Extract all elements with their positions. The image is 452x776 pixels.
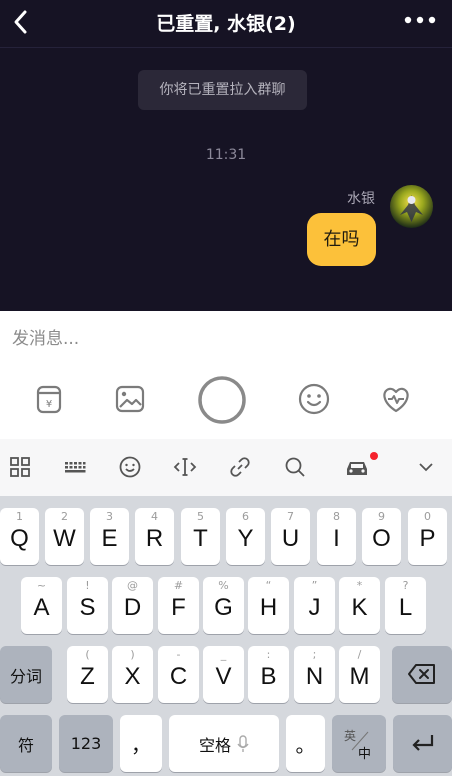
key-v[interactable]: _ V [203,646,244,703]
key-g[interactable]: % G [203,577,244,634]
key-f[interactable]: # F [158,577,199,634]
key-i[interactable]: 8I [317,508,356,565]
key-y[interactable]: 6Y [226,508,265,565]
fenci-key[interactable]: 分词 [0,646,52,703]
keyboard: 1Q 2W 3E 4R 5T 6Y 7U 8I 9O 0P ~ A ! S @ D #… [0,496,452,776]
message-bubble[interactable]: 在吗 [307,213,376,266]
notification-dot [370,452,378,460]
divider-slash-icon [351,731,369,751]
key-q[interactable]: 1Q [0,508,39,565]
message-input[interactable] [12,325,432,353]
chat-area[interactable]: 你将已重置拉入群聊 11:31 水银 在吗 [0,49,452,311]
timestamp: 11:31 [205,147,247,163]
record-button-icon[interactable] [197,375,247,425]
enter-key[interactable] [393,715,452,772]
key-t[interactable]: 5T [181,508,220,565]
link-icon[interactable] [228,455,252,479]
more-dots-icon[interactable] [402,10,438,30]
sender-name: 水银 [347,191,375,207]
key-m[interactable]: / M [339,646,380,703]
collapse-icon[interactable] [414,455,438,479]
key-j[interactable]: ” J [294,577,335,634]
key-u[interactable]: 7U [271,508,310,565]
svg-text:¥: ¥ [46,399,52,410]
grid-icon[interactable] [8,455,32,479]
system-message: 你将已重置拉入群聊 [138,70,307,110]
backspace-key[interactable] [392,646,452,703]
chat-title: 已重置, 水银(2) [156,13,296,35]
key-e[interactable]: 3E [90,508,129,565]
keyboard-toolbar [0,439,452,496]
keyboard-icon[interactable] [63,455,87,479]
space-key[interactable]: 空格 [169,715,279,772]
input-area: ¥ [0,311,452,439]
key-n[interactable]: ; N [294,646,335,703]
space-label: 空格 [198,735,231,755]
language-key[interactable]: 英 中 [332,715,386,772]
chat-header: 已重置, 水银(2) [0,0,452,48]
key-c[interactable]: -C [158,646,199,703]
smiley-icon[interactable] [118,455,142,479]
cup-icon[interactable]: ¥ [29,379,69,419]
key-b[interactable]: :B [248,646,289,703]
key-z[interactable]: (Z [67,646,108,703]
symbol-key[interactable]: 符 [0,715,52,772]
backspace-icon [408,664,435,684]
avatar[interactable] [390,185,433,228]
key-p[interactable]: 0P [408,508,447,565]
car-icon[interactable] [343,455,371,479]
key-k[interactable]: * K [339,577,380,634]
microphone-icon [237,734,249,752]
key-s[interactable]: ! S [67,577,108,634]
key-h[interactable]: “H [248,577,289,634]
key-l[interactable]: ? L [385,577,426,634]
search-icon[interactable] [283,455,307,479]
emoji-icon[interactable] [294,379,334,419]
key-o[interactable]: 9O [362,508,401,565]
key-a[interactable]: ~ A [21,577,62,634]
image-icon[interactable] [110,379,150,419]
heart-icon[interactable] [376,379,416,419]
key-x[interactable]: ) X [112,646,153,703]
period-key[interactable]: 。 [286,715,325,772]
cursor-icon[interactable] [173,455,197,479]
key-d[interactable]: @ D [112,577,153,634]
key-r[interactable]: 4R [135,508,174,565]
comma-key[interactable]: ， [120,715,162,772]
number-key[interactable]: 123 [59,715,113,772]
enter-icon [412,735,434,751]
key-w[interactable]: 2W [45,508,84,565]
